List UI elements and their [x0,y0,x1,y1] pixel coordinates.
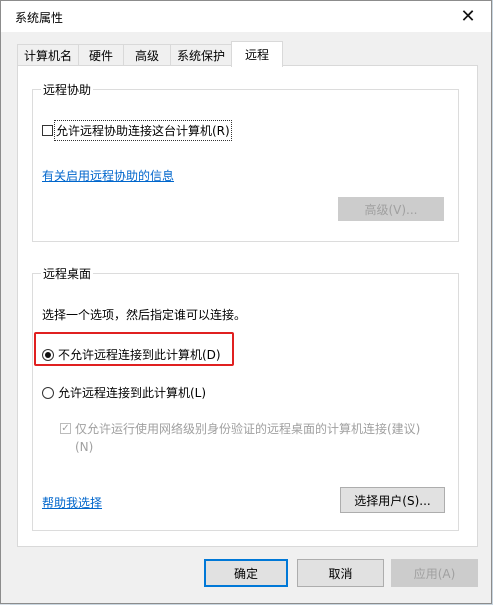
checkbox-label: 允许远程协助连接这台计算机(R) [54,120,232,141]
advanced-button[interactable]: 高级(V)... [338,197,444,221]
radio-button[interactable] [42,386,54,399]
close-icon: ✕ [460,6,476,27]
checkbox-box[interactable]: ✓ [60,423,71,434]
title-bar: 系统属性 ✕ [1,1,491,32]
select-users-button[interactable]: 选择用户(S)... [340,487,445,513]
tab-panel-remote: 远程协助 允许远程协助连接这台计算机(R) 有关启用远程协助的信息 高级(V).… [17,65,478,547]
check-mark-icon: ✓ [61,423,70,434]
remote-desktop-group: 远程桌面 选择一个选项，然后指定谁可以连接。 不允许远程连接到此计算机(D) 允… [32,265,459,531]
tab-computer-name[interactable]: 计算机名 [17,44,79,65]
radio-label: 不允许远程连接到此计算机(D) [58,348,221,362]
group-title: 远程协助 [41,81,94,98]
radio-allow-remote[interactable]: 允许远程连接到此计算机(L) [42,384,206,401]
remote-assistance-info-link[interactable]: 有关启用远程协助的信息 [42,167,174,184]
close-button[interactable]: ✕ [445,1,491,32]
remote-assistance-group: 远程协助 允许远程协助连接这台计算机(R) 有关启用远程协助的信息 高级(V).… [32,81,459,242]
tab-remote[interactable]: 远程 [231,41,283,67]
allow-remote-assistance-checkbox[interactable]: 允许远程协助连接这台计算机(R) [42,120,232,141]
ok-button[interactable]: 确定 [204,559,288,587]
group-title: 远程桌面 [41,265,94,282]
tab-advanced[interactable]: 高级 [123,44,171,65]
window-title: 系统属性 [15,11,64,25]
cancel-button[interactable]: 取消 [297,559,384,587]
checkbox-label: 仅允许运行使用网络级别身份验证的远程桌面的计算机连接(建议) [75,422,421,436]
help-me-choose-link[interactable]: 帮助我选择 [42,494,102,511]
checkbox-label-continued: (N) [75,440,94,454]
nla-checkbox[interactable]: ✓ 仅允许运行使用网络级别身份验证的远程桌面的计算机连接(建议) (N) [60,420,420,454]
apply-button[interactable]: 应用(A) [391,559,478,587]
tab-hardware[interactable]: 硬件 [78,44,124,65]
radio-button[interactable] [42,348,54,361]
checkbox-box[interactable] [42,125,53,136]
system-properties-dialog: 系统属性 ✕ 计算机名 硬件 高级 系统保护 远程 远程协助 允许远程协助连接这… [0,0,492,604]
tab-system-protection[interactable]: 系统保护 [170,44,232,65]
radio-deny-remote[interactable]: 不允许远程连接到此计算机(D) [42,346,221,363]
radio-selected-dot [45,351,51,358]
remote-desktop-instruction: 选择一个选项，然后指定谁可以连接。 [42,308,247,322]
radio-label: 允许远程连接到此计算机(L) [58,386,207,400]
